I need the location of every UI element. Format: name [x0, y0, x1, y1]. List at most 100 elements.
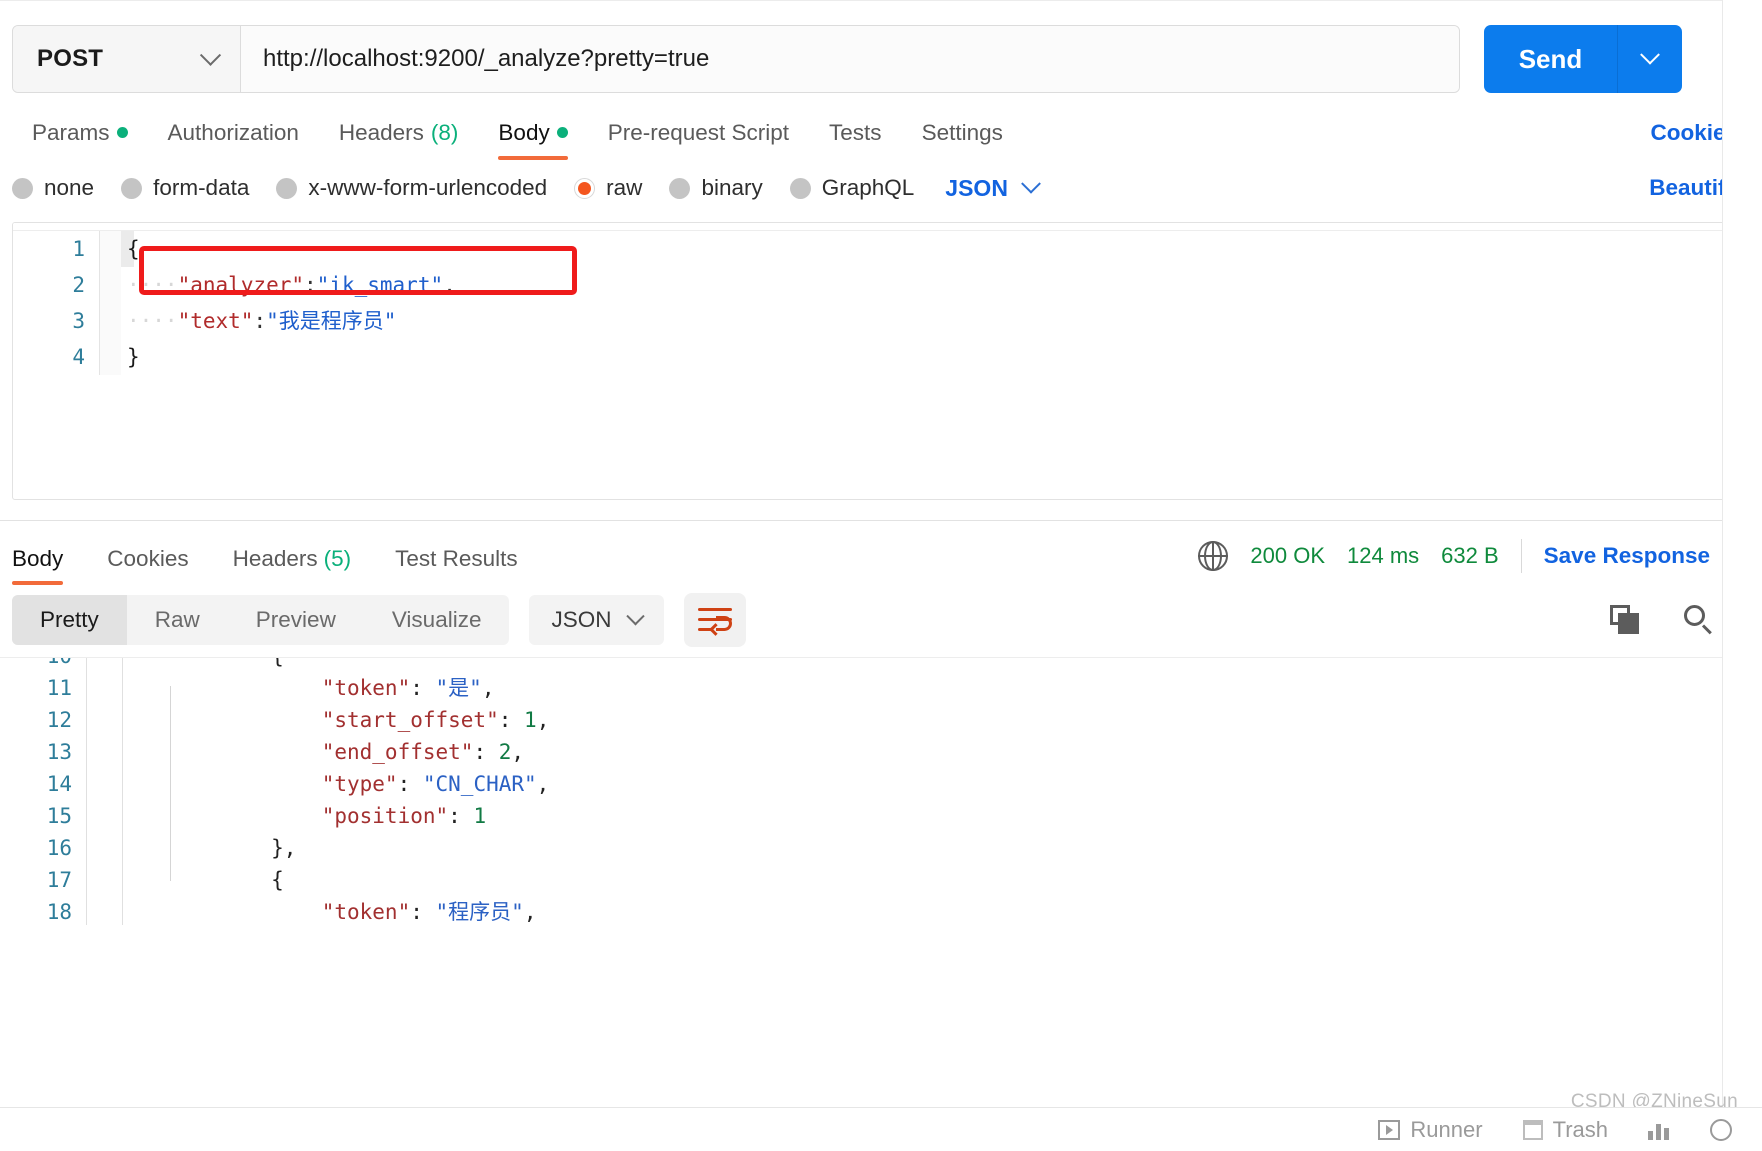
modified-dot-icon: [116, 127, 128, 138]
method-url-group: POST: [12, 25, 1460, 93]
tab-settings[interactable]: Settings: [902, 120, 1023, 160]
tab-headers[interactable]: Headers (8): [319, 120, 479, 160]
globe-icon: [1198, 541, 1229, 571]
line-number: 1: [72, 237, 85, 261]
request-tabs: Params Authorization Headers (8) Body Pr…: [0, 98, 1762, 160]
line-number: 4: [72, 345, 85, 369]
body-type-form-data[interactable]: form-data: [121, 175, 249, 201]
tab-count: (5): [323, 546, 352, 571]
trash-icon: [1522, 1119, 1543, 1140]
tab-pre-request-script[interactable]: Pre-request Script: [588, 120, 809, 160]
tab-label: Params: [32, 120, 110, 145]
body-format-label: JSON: [945, 174, 1008, 201]
body-type-none[interactable]: none: [12, 175, 94, 201]
response-size: 632 B: [1441, 543, 1499, 568]
tab-authorization[interactable]: Authorization: [148, 120, 319, 160]
body-type-label: binary: [701, 175, 763, 200]
body-type-graphql[interactable]: GraphQL: [789, 175, 914, 201]
request-code-area[interactable]: 1 2 3 4 {····"analyzer":"ik_smart", ····"tex…: [13, 231, 1747, 375]
view-mode-pretty[interactable]: Pretty: [12, 595, 127, 645]
save-response-button[interactable]: Save Response: [1543, 541, 1748, 569]
request-url-input[interactable]: [241, 26, 1459, 92]
tab-label: Test Results: [395, 546, 518, 571]
response-tab-test-results[interactable]: Test Results: [373, 546, 540, 585]
response-toolbar: Pretty Raw Preview Visualize JSON: [0, 585, 1762, 657]
code-line: "token": "是",: [321, 676, 495, 700]
code-line: {: [170, 868, 284, 892]
code-line: "type": "CN_CHAR",: [321, 772, 550, 796]
http-method-label: POST: [37, 45, 104, 72]
tab-label: Tests: [829, 120, 882, 145]
chevron-down-icon: [1021, 173, 1041, 194]
response-code-area: 1011121314151617181920 { "token": "是", "…: [0, 658, 1762, 925]
view-mode-visualize[interactable]: Visualize: [364, 595, 510, 645]
top-hairline: [0, 0, 1762, 1]
line-number: 10: [0, 658, 72, 672]
tab-label: Pre-request Script: [607, 120, 790, 145]
tab-label: Body: [12, 546, 64, 571]
runner-button[interactable]: Runner: [1378, 1117, 1483, 1143]
tab-label: Body: [498, 120, 550, 145]
tab-label: Cookies: [107, 546, 189, 571]
body-type-urlencoded[interactable]: x-www-form-urlencoded: [276, 175, 547, 201]
radio-icon: [12, 177, 33, 199]
request-line-numbers: 1 2 3 4: [13, 231, 99, 375]
line-number: 13: [46, 740, 72, 764]
wrap-lines-button[interactable]: [684, 593, 747, 647]
send-options-button[interactable]: [1618, 25, 1682, 93]
tab-label: Settings: [921, 120, 1003, 145]
tab-tests[interactable]: Tests: [809, 120, 902, 160]
line-number: 16: [46, 836, 72, 860]
view-mode-preview[interactable]: Preview: [228, 595, 364, 645]
tab-label: Authorization: [167, 120, 299, 145]
chevron-down-icon: [199, 44, 222, 66]
line-number: 14: [46, 772, 72, 796]
response-time: 124 ms: [1347, 543, 1420, 568]
send-button[interactable]: Send: [1484, 25, 1682, 93]
http-method-select[interactable]: POST: [13, 26, 241, 92]
line-number: 17: [46, 868, 72, 892]
radio-selected-icon: [574, 177, 596, 199]
line-number: 11: [46, 676, 72, 700]
code-line: {: [127, 237, 140, 261]
response-tab-body[interactable]: Body: [0, 546, 85, 585]
body-type-label: x-www-form-urlencoded: [308, 175, 548, 200]
body-type-binary[interactable]: binary: [669, 175, 763, 201]
stats-button[interactable]: [1648, 1120, 1670, 1140]
code-line: "token": "程序员",: [321, 900, 537, 924]
chevron-down-icon: [1640, 44, 1660, 65]
play-icon: [1378, 1119, 1401, 1140]
send-button-label: Send: [1484, 25, 1618, 93]
body-type-raw[interactable]: raw: [574, 175, 642, 201]
line-number: 3: [72, 309, 85, 333]
radio-icon: [121, 177, 143, 199]
view-mode-raw[interactable]: Raw: [127, 595, 228, 645]
tab-label: Headers: [338, 120, 424, 145]
search-icon[interactable]: [1684, 605, 1714, 635]
request-body-editor[interactable]: 1 2 3 4 {····"analyzer":"ik_smart", ····"tex…: [12, 222, 1748, 500]
tab-count: (8): [430, 120, 459, 145]
postman-window: POST Send Params Authorization Headers (…: [0, 0, 1762, 1151]
response-code-lines: { "token": "是", "start_offset": 1, "end_…: [162, 658, 1762, 925]
chevron-down-icon: [626, 606, 646, 625]
code-line: ····"analyzer":"ik_smart",: [127, 273, 456, 297]
response-tab-headers[interactable]: Headers (5): [211, 546, 374, 585]
code-line: }: [127, 345, 140, 369]
trash-label: Trash: [1552, 1116, 1608, 1142]
copy-icon[interactable]: [1610, 605, 1640, 635]
tab-params[interactable]: Params: [12, 120, 148, 160]
body-format-select[interactable]: JSON: [945, 173, 1041, 202]
response-body-viewer[interactable]: 1011121314151617181920 { "token": "是", "…: [0, 657, 1762, 925]
request-code-lines[interactable]: {····"analyzer":"ik_smart", ····"text":"我…: [121, 231, 1747, 375]
response-format-select[interactable]: JSON: [529, 595, 665, 645]
help-button[interactable]: [1710, 1118, 1732, 1141]
trash-button[interactable]: Trash: [1522, 1116, 1608, 1143]
tab-body[interactable]: Body: [478, 120, 587, 160]
code-line: },: [170, 836, 297, 860]
response-tab-cookies[interactable]: Cookies: [85, 546, 210, 585]
radio-icon: [276, 177, 298, 199]
request-fold-column: [99, 231, 121, 375]
save-response-label: Save Response: [1543, 543, 1710, 568]
line-number: 15: [46, 804, 72, 828]
request-url-row: POST Send: [0, 0, 1762, 98]
